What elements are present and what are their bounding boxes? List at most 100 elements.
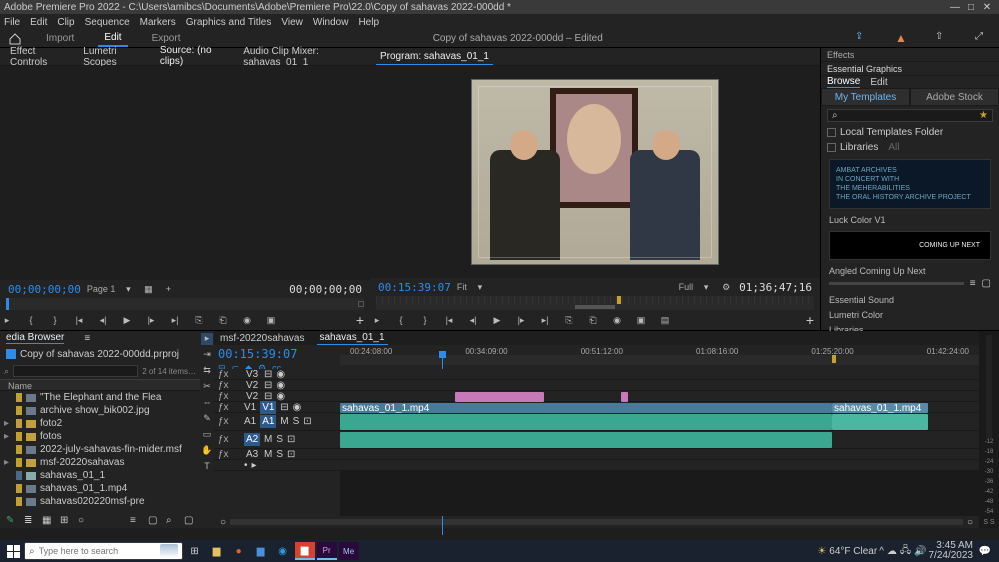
close-button[interactable]: ✕ xyxy=(979,2,995,13)
source-page[interactable]: Page 1 xyxy=(87,284,116,294)
program-viewer[interactable] xyxy=(370,66,820,278)
eg-mytemplates-tab[interactable]: My Templates xyxy=(821,88,910,106)
list-view-icon[interactable]: ≣ xyxy=(24,515,34,525)
taskbar-weather[interactable]: ☀ 64°F Clear xyxy=(817,546,877,557)
src-mark-in-icon[interactable]: ▸ xyxy=(0,313,14,327)
tab-effects[interactable]: Effects xyxy=(821,48,999,62)
new-bin-icon[interactable]: ▢ xyxy=(184,515,194,525)
program-zoom[interactable]: Fit xyxy=(457,282,467,292)
menu-markers[interactable]: Markers xyxy=(140,17,176,28)
warning-icon[interactable]: ▲ xyxy=(895,31,911,47)
list-item[interactable]: 2022-july-sahavas-fin-mider.msf xyxy=(0,443,200,456)
tab-more[interactable]: ≡ xyxy=(84,333,90,344)
fullscreen-icon[interactable]: ⤢ xyxy=(975,31,991,47)
taskbar-mediaencoder-icon[interactable]: Me xyxy=(339,542,359,560)
prg-safe-margin-icon[interactable]: ▤ xyxy=(658,313,672,327)
list-item[interactable]: ▸fotos xyxy=(0,430,200,443)
list-item[interactable]: sahavas_01_1 xyxy=(0,469,200,482)
program-tc-in[interactable]: 00:15:39:07 xyxy=(378,281,451,294)
source-add-page-icon[interactable]: + xyxy=(161,282,175,296)
share-icon[interactable]: ⇧ xyxy=(935,31,951,47)
notification-icon[interactable]: 💬 xyxy=(975,542,995,560)
prg-out-icon[interactable]: } xyxy=(418,313,432,327)
source-scrub-bar[interactable] xyxy=(6,298,364,310)
prg-comparison-icon[interactable]: ▣ xyxy=(634,313,648,327)
eg-local-templates-check[interactable]: Local Templates Folder xyxy=(821,125,999,140)
eg-favorite-icon[interactable]: ★ xyxy=(979,110,988,121)
program-scrub-bar[interactable] xyxy=(376,296,814,310)
taskbar-edge-icon[interactable]: ◉ xyxy=(273,542,293,560)
prg-marker-icon[interactable]: ▸ xyxy=(370,313,384,327)
prg-step-fwd-icon[interactable]: |▸ xyxy=(514,313,528,327)
type-tool-icon[interactable]: T xyxy=(201,461,213,473)
taskbar-firefox-icon[interactable]: ● xyxy=(229,542,249,560)
program-settings-icon[interactable]: ⚙ xyxy=(719,280,733,294)
list-item[interactable]: sahavas020220msf-pre xyxy=(0,495,200,508)
menu-window[interactable]: Window xyxy=(313,17,349,28)
quick-export-icon[interactable]: ⇪ xyxy=(855,31,871,47)
source-grid-icon[interactable]: ▦ xyxy=(141,282,155,296)
menu-sequence[interactable]: Sequence xyxy=(85,17,130,28)
minimize-button[interactable]: — xyxy=(947,2,963,13)
timeline-out-point[interactable] xyxy=(832,355,836,363)
program-resolution[interactable]: Full xyxy=(679,282,694,292)
timeline-seq-tab-1[interactable]: msf-20220sahavas xyxy=(220,333,305,344)
taskbar-clock[interactable]: 3:45 AM 7/24/2023 xyxy=(929,541,974,561)
tray-up-icon[interactable]: ^ xyxy=(879,546,884,557)
src-button-editor-icon[interactable]: + xyxy=(356,312,364,328)
prg-in-icon[interactable]: { xyxy=(394,313,408,327)
taskbar-search-input[interactable] xyxy=(39,546,156,556)
prg-extract-icon[interactable]: ⎗ xyxy=(586,313,600,327)
rectangle-tool-icon[interactable]: ▭ xyxy=(201,429,213,441)
taskbar-app-icon[interactable]: ▆ xyxy=(251,542,271,560)
menu-view[interactable]: View xyxy=(281,17,303,28)
tray-cloud-icon[interactable]: ☁ xyxy=(887,546,897,557)
auto-match-icon[interactable]: ▢ xyxy=(148,515,158,525)
src-step-fwd-icon[interactable]: |▸ xyxy=(144,313,158,327)
src-insert-icon[interactable]: ⎘ xyxy=(192,313,206,327)
eg-size-slider[interactable] xyxy=(829,282,964,285)
tray-network-icon[interactable]: 🖧 xyxy=(900,543,911,560)
menu-edit[interactable]: Edit xyxy=(30,17,47,28)
razor-tool-icon[interactable]: ✂ xyxy=(201,381,213,393)
prg-play-icon[interactable]: ▶ xyxy=(490,313,504,327)
pen-tool-icon[interactable]: ✎ xyxy=(201,413,213,425)
track-select-tool-icon[interactable]: ⇥ xyxy=(201,349,213,361)
timeline-ruler[interactable]: 00:24:08:00 00:34:09:00 00:51:12:00 01:0… xyxy=(340,345,979,369)
taskbar-app2-icon[interactable]: ▆ xyxy=(295,542,315,560)
eg-template-thumb-2[interactable]: COMING UP NEXT xyxy=(829,231,991,260)
list-item[interactable]: sahavas_01_1.mp4 xyxy=(0,482,200,495)
find-icon[interactable]: ⌕ xyxy=(166,515,176,525)
program-zoom-dropdown[interactable]: ▾ xyxy=(473,280,487,294)
list-item[interactable]: ▸foto2 xyxy=(0,417,200,430)
taskbar-search[interactable]: ⌕ xyxy=(24,542,183,560)
timeline-zoom-out-icon[interactable]: ○ xyxy=(220,517,226,528)
src-export-frame-icon[interactable]: ◉ xyxy=(240,313,254,327)
source-tc-in[interactable]: 00;00;00;00 xyxy=(8,283,81,296)
src-comparison-icon[interactable]: ▣ xyxy=(264,313,278,327)
prg-step-back-icon[interactable]: ◂| xyxy=(466,313,480,327)
track-area[interactable]: sahavas_01_1.mp4 sahavas_01_1.mp4 xyxy=(340,369,979,516)
start-button[interactable] xyxy=(4,542,22,560)
timeline-zoom-in-icon[interactable]: ○ xyxy=(967,517,973,528)
eg-browse-tab[interactable]: Browse xyxy=(827,76,860,88)
program-res-dropdown[interactable]: ▾ xyxy=(699,280,713,294)
timeline-timecode[interactable]: 00:15:39:07 xyxy=(218,347,336,361)
eg-new-icon[interactable]: ▢ xyxy=(982,278,991,289)
video-clip-v1[interactable]: sahavas_01_1.mp4 xyxy=(340,403,832,413)
tab-program[interactable]: Program: sahavas_01_1 xyxy=(376,49,493,65)
sort-icon[interactable]: ≡ xyxy=(130,515,140,525)
icon-view-icon[interactable]: ▦ xyxy=(42,515,52,525)
panel-lumetri-color[interactable]: Lumetri Color xyxy=(821,308,999,323)
src-play-icon[interactable]: ▶ xyxy=(120,313,134,327)
source-page-dropdown[interactable]: ▾ xyxy=(121,282,135,296)
src-overwrite-icon[interactable]: ⎗ xyxy=(216,313,230,327)
hand-tool-icon[interactable]: ✋ xyxy=(201,445,213,457)
essential-graphics-title[interactable]: Essential Graphics xyxy=(821,62,999,76)
video-clip-v1-b[interactable]: sahavas_01_1.mp4 xyxy=(832,403,928,413)
prg-button-editor-icon[interactable]: + xyxy=(806,312,814,328)
zoom-slider[interactable]: ○ xyxy=(78,515,88,525)
eg-search[interactable]: ⌕ ★ xyxy=(827,109,993,122)
audio-clip-a1[interactable] xyxy=(340,414,832,430)
taskbar-explorer-icon[interactable]: ▆ xyxy=(207,542,227,560)
